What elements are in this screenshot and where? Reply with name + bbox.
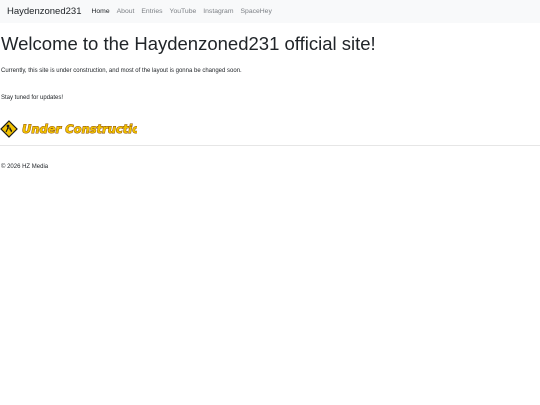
footer-copyright: © 2026 HZ Media xyxy=(1,164,49,170)
top-navbar: Haydenzoned231 Home About Entries YouTub… xyxy=(0,0,540,23)
page-title: Welcome to the Haydenzoned231 official s… xyxy=(1,33,376,54)
nav-links: Home About Entries YouTube Instagram Spa… xyxy=(91,8,271,15)
nav-link-instagram[interactable]: Instagram xyxy=(203,8,233,15)
updates-paragraph: Stay tuned for updates! xyxy=(1,95,64,101)
construction-worker-sign-icon: Under Construction xyxy=(0,120,137,138)
nav-link-about[interactable]: About xyxy=(117,8,135,15)
nav-link-spacehey[interactable]: SpaceHey xyxy=(241,8,272,15)
banner-text: Under Construction xyxy=(22,122,137,136)
footer-divider xyxy=(0,145,540,146)
under-construction-banner: Under Construction xyxy=(0,120,137,138)
intro-paragraph: Currently, this site is under constructi… xyxy=(1,68,242,74)
nav-link-home[interactable]: Home xyxy=(91,8,109,15)
nav-link-entries[interactable]: Entries xyxy=(141,8,162,15)
nav-link-youtube[interactable]: YouTube xyxy=(170,8,197,15)
brand-link[interactable]: Haydenzoned231 xyxy=(7,6,81,17)
